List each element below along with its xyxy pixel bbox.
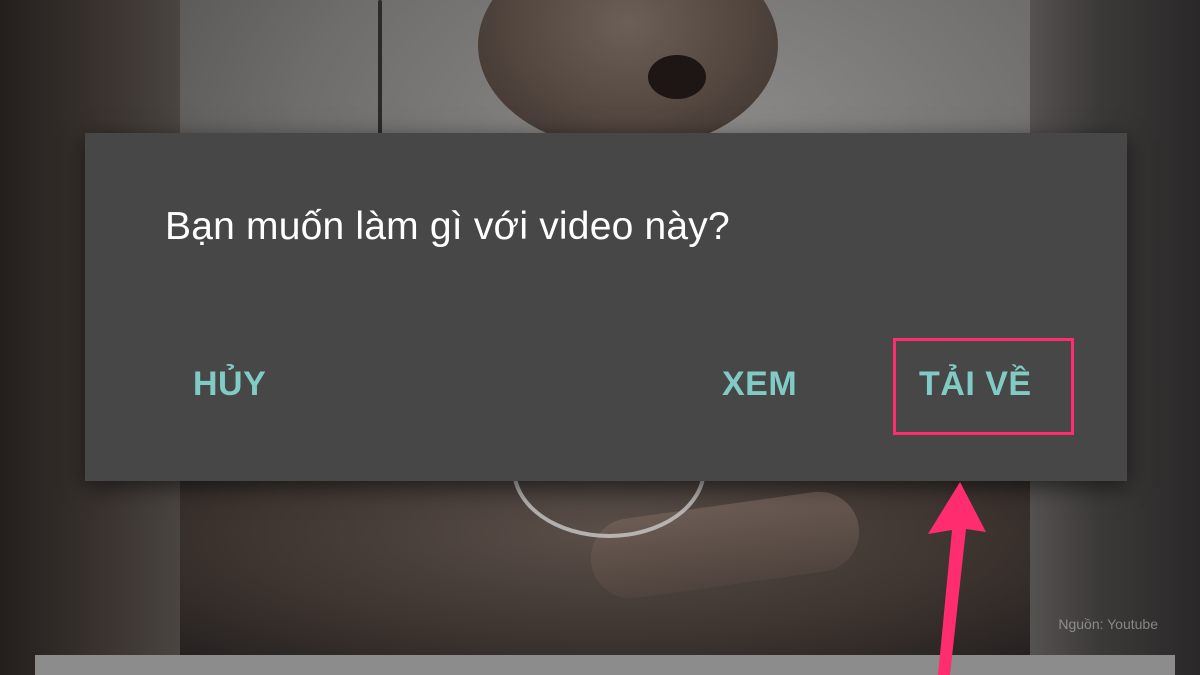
source-watermark: Nguồn: Youtube <box>1058 616 1158 632</box>
dialog-title: Bạn muốn làm gì với video này? <box>165 205 730 248</box>
baby-mouth <box>648 55 706 99</box>
download-highlight-box <box>893 338 1074 435</box>
video-bottom-bar <box>35 655 1175 675</box>
cancel-button[interactable]: HỦY <box>193 365 266 404</box>
pointer-arrow-icon <box>928 482 986 675</box>
view-button[interactable]: XEM <box>722 365 797 404</box>
background-cord <box>378 0 382 135</box>
